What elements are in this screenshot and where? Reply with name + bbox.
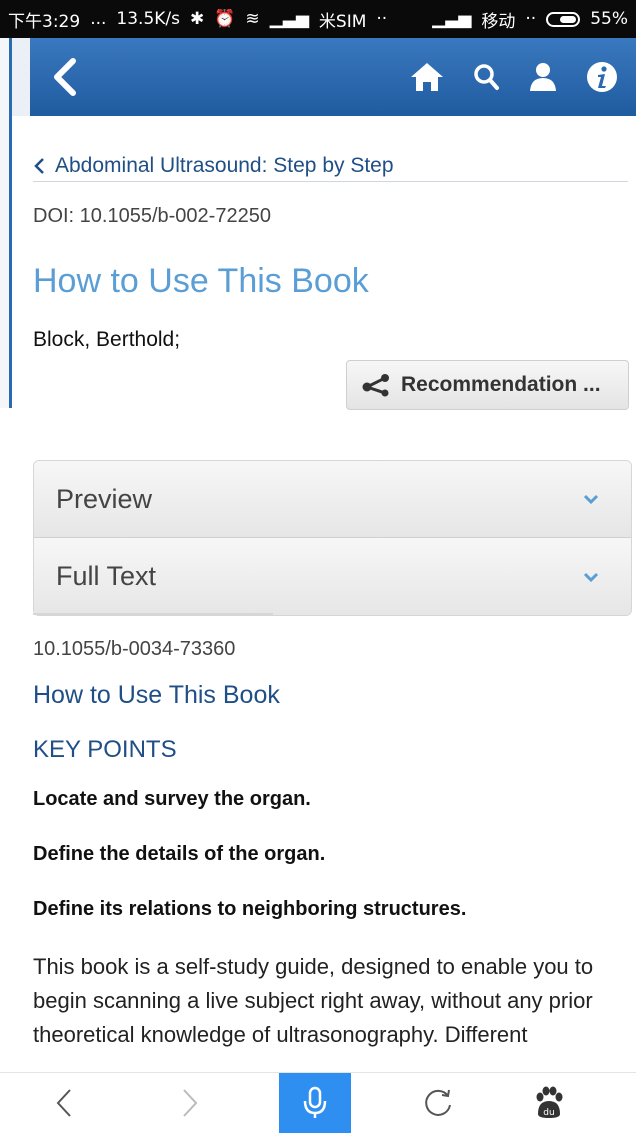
body-paragraph: This book is a self-study guide, designe…: [33, 954, 594, 1047]
chevron-down-icon: [583, 493, 599, 505]
svg-text:du: du: [543, 1108, 554, 1118]
chevron-left-icon: [33, 157, 45, 175]
status-time: 下午3:29: [8, 11, 81, 32]
accordion-label: Preview: [56, 483, 153, 514]
accordion-label: Full Text: [56, 561, 157, 591]
status-dots: ...: [90, 9, 107, 29]
search-button[interactable]: [472, 62, 500, 92]
recommendation-label: Recommendation ...: [401, 373, 601, 396]
user-icon: [530, 63, 556, 91]
search-icon: [474, 64, 499, 90]
side-panel-strip: [0, 38, 12, 408]
app-header: [30, 38, 636, 116]
accordion-item-preview[interactable]: Preview: [34, 461, 631, 538]
chevron-left-icon: [54, 58, 76, 96]
baidu-paw-icon: du: [536, 1086, 563, 1118]
microphone-icon: [303, 1086, 327, 1118]
status-carrier2-dots: ··: [525, 9, 537, 29]
status-carrier1-dots: ··: [376, 9, 388, 29]
key-points-heading: KEY POINTS: [33, 736, 177, 763]
key-point: Locate and survey the organ.: [33, 788, 311, 810]
browser-bottom-nav: du: [0, 1072, 636, 1137]
nav-back-button[interactable]: [0, 1073, 127, 1133]
page-title: How to Use This Book: [33, 262, 369, 300]
forward-icon: [182, 1089, 197, 1117]
refresh-button[interactable]: [379, 1073, 497, 1133]
baidu-button[interactable]: du: [497, 1073, 601, 1133]
chapter-doi: 10.1055/b-0034-73360: [33, 638, 236, 660]
recommendation-button[interactable]: Recommendation ...: [346, 360, 629, 410]
back-icon: [56, 1089, 71, 1117]
share-icon: [361, 373, 391, 397]
status-speed: 13.5K/s: [116, 9, 180, 29]
alarm-icon: ⏰: [214, 9, 236, 29]
back-button[interactable]: [44, 52, 84, 102]
key-point: Define the details of the organ.: [33, 843, 326, 865]
info-button[interactable]: [586, 61, 618, 93]
user-button[interactable]: [528, 61, 558, 93]
status-carrier1: 米SIM: [318, 11, 367, 32]
home-button[interactable]: [410, 61, 444, 93]
doi-text: DOI: 10.1055/b-002-72250: [33, 205, 271, 227]
refresh-icon: [425, 1089, 451, 1116]
status-bar: 下午3:29 ... 13.5K/s ✱ ⏰ ≋ ▁▃▅ 米SIM ·· ▁▃▅…: [0, 0, 636, 38]
chevron-down-icon: [583, 571, 599, 583]
signal-icon: ▁▃▅: [269, 9, 309, 29]
breadcrumb-label: Abdominal Ultrasound: Step by Step: [55, 153, 394, 177]
author-name: Block, Berthold;: [33, 328, 181, 351]
battery-icon: [546, 11, 581, 27]
chapter-title: How to Use This Book: [33, 681, 280, 709]
divider: [33, 613, 273, 615]
accordion-item-full-text[interactable]: Full Text: [34, 538, 631, 615]
breadcrumb[interactable]: Abdominal Ultrasound: Step by Step: [33, 150, 628, 182]
status-carrier2: 移动: [481, 11, 516, 32]
info-icon: [587, 62, 617, 92]
status-battery: 55%: [590, 9, 628, 29]
nav-forward-button[interactable]: [127, 1073, 252, 1133]
wifi-icon: ≋: [245, 9, 260, 29]
home-icon: [411, 63, 443, 91]
key-point: Define its relations to neighboring stru…: [33, 898, 467, 920]
signal-icon-2: ▁▃▅: [432, 9, 472, 29]
bluetooth-icon: ✱: [190, 9, 205, 29]
accordion: Preview Full Text: [33, 460, 632, 616]
voice-search-button[interactable]: [279, 1073, 351, 1133]
